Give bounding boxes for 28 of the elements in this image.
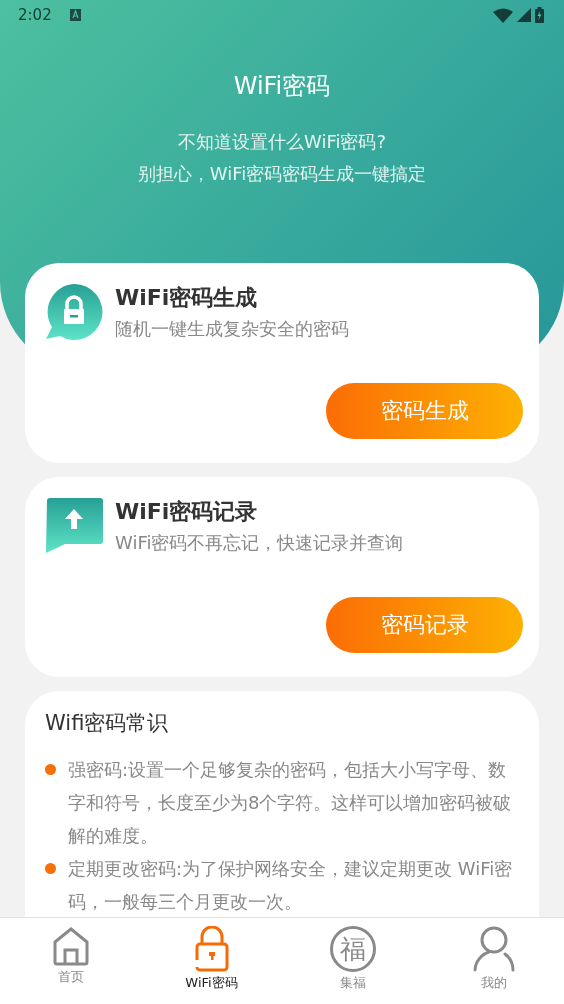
nav-tab[interactable]: 首页	[0, 918, 141, 1004]
bullet-dot	[45, 863, 56, 874]
home-icon	[51, 926, 90, 966]
person-icon	[471, 926, 516, 972]
nav-tab[interactable]: WiFi密码	[141, 918, 282, 1004]
card-title: WiFi密码记录	[115, 498, 259, 526]
nav-tab[interactable]: 福 集福	[282, 918, 423, 1004]
action-button[interactable]: 密码生成	[326, 383, 523, 439]
status-time: 2:02	[18, 6, 52, 24]
nav-tab[interactable]: 我的	[423, 918, 564, 1004]
subtitle-text: 不知道设置什么WiFi密码?	[177, 130, 387, 154]
lock-chat-icon	[45, 283, 103, 341]
action-button[interactable]: 密码记录	[326, 597, 523, 653]
subtitle-text: 别担心，WiFi密码密码生成一键搞定	[137, 162, 427, 186]
battery-charging-icon	[535, 7, 544, 23]
fortune-icon: 福	[329, 926, 376, 972]
tip-text: 定期更改密码:为了保护网络安全，建议定期更改 WiFi密码，一般每三个月更改一次。	[68, 857, 514, 914]
page-title: WiFi密码	[233, 71, 331, 102]
upload-message-icon	[45, 497, 103, 553]
card-description: WiFi密码不再忘记，快速记录并查询	[115, 531, 404, 555]
card-description: 随机一键生成复杂安全的密码	[115, 317, 349, 341]
tips-title: Wifi密码常识	[45, 710, 170, 737]
tip-text: 强密码:设置一个足够复杂的密码，包括大小写字母、数字和符号，长度至少为8个字符。这样可以增加密码被破解的难度。	[68, 758, 513, 848]
keyboard-notification-icon	[69, 9, 81, 21]
card-title: WiFi密码生成	[115, 284, 259, 312]
bullet-dot	[45, 764, 56, 775]
wifi-icon	[493, 7, 513, 23]
signal-icon	[517, 8, 531, 22]
